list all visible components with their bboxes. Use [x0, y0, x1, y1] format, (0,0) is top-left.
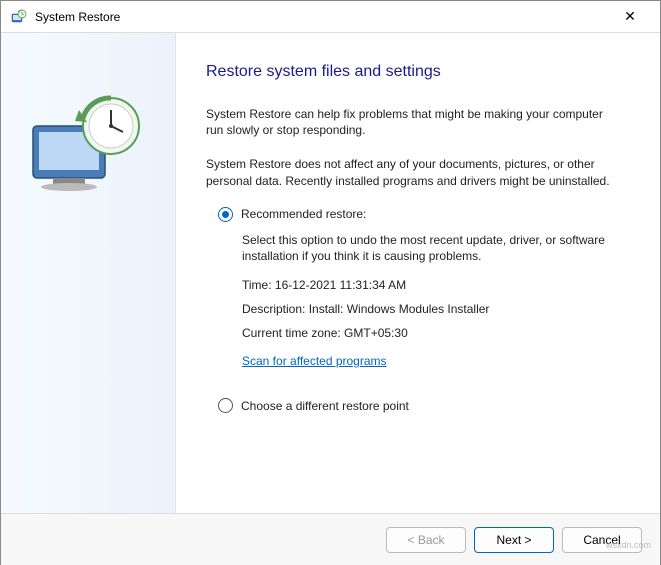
- sidebar: [1, 33, 176, 513]
- next-button[interactable]: Next >: [474, 527, 554, 553]
- recommended-restore-desc: Select this option to undo the most rece…: [242, 232, 620, 264]
- different-restore-radio[interactable]: Choose a different restore point: [218, 398, 620, 413]
- titlebar: System Restore ✕: [1, 1, 660, 33]
- close-button[interactable]: ✕: [610, 3, 650, 31]
- restore-timezone: Current time zone: GMT+05:30: [242, 326, 620, 340]
- back-button-label: < Back: [407, 533, 444, 547]
- close-icon: ✕: [624, 8, 636, 25]
- next-button-label: Next >: [496, 533, 531, 547]
- window-title: System Restore: [35, 10, 610, 24]
- system-restore-icon: [11, 9, 27, 25]
- restore-options: Recommended restore: Select this option …: [218, 207, 620, 413]
- intro-text-2: System Restore does not affect any of yo…: [206, 156, 620, 188]
- back-button: < Back: [386, 527, 466, 553]
- recommended-restore-radio[interactable]: Recommended restore:: [218, 207, 620, 222]
- footer: < Back Next > Cancel: [1, 513, 660, 565]
- restore-description: Description: Install: Windows Modules In…: [242, 302, 620, 316]
- radio-unselected-icon: [218, 398, 233, 413]
- radio-selected-icon: [218, 207, 233, 222]
- intro-text-1: System Restore can help fix problems tha…: [206, 106, 620, 138]
- system-restore-large-icon: [23, 88, 153, 198]
- page-heading: Restore system files and settings: [206, 63, 620, 81]
- watermark: wsxdn.com: [606, 540, 651, 550]
- restore-time: Time: 16-12-2021 11:31:34 AM: [242, 278, 620, 292]
- recommended-restore-label: Recommended restore:: [241, 207, 366, 221]
- recommended-restore-details: Select this option to undo the most rece…: [242, 232, 620, 380]
- content-area: Restore system files and settings System…: [1, 33, 660, 513]
- scan-affected-programs-link[interactable]: Scan for affected programs: [242, 354, 387, 368]
- different-restore-label: Choose a different restore point: [241, 399, 409, 413]
- main-panel: Restore system files and settings System…: [176, 33, 660, 513]
